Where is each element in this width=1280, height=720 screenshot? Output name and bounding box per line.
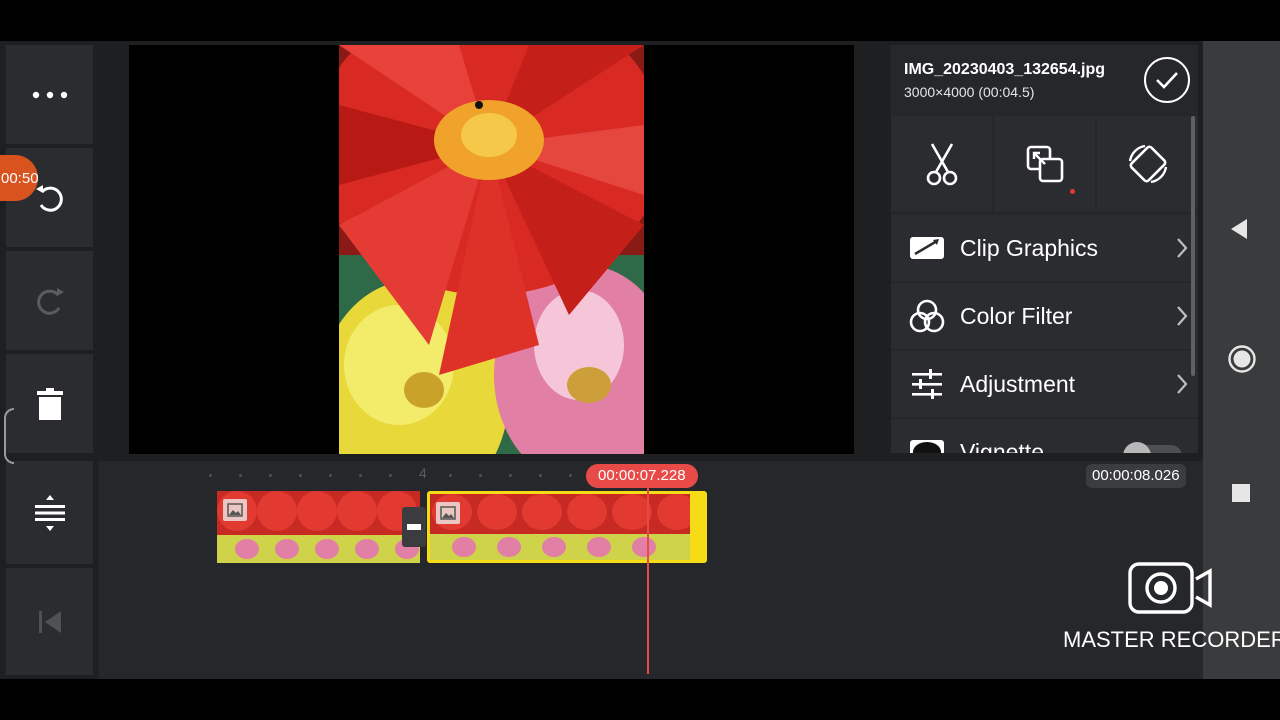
transition-icon bbox=[407, 524, 421, 530]
back-icon[interactable] bbox=[1229, 218, 1249, 240]
timeline-clip-selected[interactable] bbox=[427, 491, 707, 563]
clip-tools-row bbox=[891, 116, 1198, 211]
ruler-tick bbox=[389, 474, 392, 477]
redo-button[interactable] bbox=[6, 251, 93, 350]
clip-file-name: IMG_20230403_132654.jpg bbox=[904, 61, 1106, 78]
menu-label: Adjustment bbox=[960, 370, 1076, 397]
redo-icon bbox=[36, 287, 64, 315]
jump-to-start-button[interactable] bbox=[6, 568, 93, 675]
clip-graphics-icon bbox=[907, 228, 947, 268]
delete-icon bbox=[36, 387, 63, 420]
ruler-tick bbox=[329, 474, 332, 477]
total-duration: 00:00:08.026 bbox=[1086, 464, 1186, 488]
chevron-right-icon bbox=[1177, 374, 1188, 394]
timeline[interactable]: 4 00:00:07.228 00:00:08.026 bbox=[99, 461, 1203, 679]
crop-icon bbox=[1026, 145, 1063, 182]
ruler-label: 4 bbox=[419, 465, 427, 481]
menu-color-filter[interactable]: Color Filter bbox=[891, 283, 1198, 349]
image-clip-icon bbox=[436, 502, 460, 524]
expand-tracks-icon bbox=[34, 494, 65, 531]
toggle-knob bbox=[1123, 442, 1151, 453]
vignette-toggle[interactable] bbox=[1123, 442, 1182, 453]
camera-logo bbox=[1128, 562, 1212, 614]
color-filter-icon bbox=[907, 296, 947, 336]
ruler-tick bbox=[209, 474, 212, 477]
ruler-tick bbox=[299, 474, 302, 477]
more-icon bbox=[32, 91, 67, 98]
current-time: 00:00:07.228 bbox=[586, 464, 698, 488]
clip-header: IMG_20230403_132654.jpg 3000×4000 (00:04… bbox=[891, 45, 1198, 113]
panel-scrollbar[interactable] bbox=[1191, 116, 1195, 376]
split-button[interactable] bbox=[891, 116, 992, 211]
menu-vignette[interactable]: Vignette bbox=[891, 419, 1198, 453]
more-button[interactable] bbox=[6, 45, 93, 144]
clip-trim-handle[interactable] bbox=[690, 494, 704, 560]
image-clip-icon bbox=[223, 499, 247, 521]
playhead[interactable] bbox=[647, 488, 649, 674]
adjustment-icon bbox=[907, 364, 947, 404]
menu-adjustment[interactable]: Adjustment bbox=[891, 351, 1198, 417]
recorder-watermark: MASTER RECORDER bbox=[1063, 560, 1280, 660]
ruler-tick bbox=[509, 474, 512, 477]
video-editor-app: IMG_20230403_132654.jpg 3000×4000 (00:04… bbox=[0, 41, 1203, 679]
ruler-tick bbox=[569, 474, 572, 477]
chevron-right-icon bbox=[1177, 238, 1188, 258]
ruler-tick bbox=[269, 474, 272, 477]
recents-icon[interactable] bbox=[1232, 484, 1250, 502]
notification-dot bbox=[1070, 189, 1075, 194]
ruler-tick bbox=[479, 474, 482, 477]
rotate-icon bbox=[1128, 144, 1167, 183]
confirm-button[interactable] bbox=[1144, 57, 1190, 103]
clip-file-info: 3000×4000 (00:04.5) bbox=[904, 84, 1035, 100]
preview-image bbox=[339, 45, 644, 454]
watermark-text: MASTER RECORDER bbox=[1063, 627, 1280, 652]
video-preview[interactable] bbox=[129, 45, 854, 454]
menu-clip-graphics[interactable]: Clip Graphics bbox=[891, 215, 1198, 281]
menu-label: Color Filter bbox=[960, 302, 1073, 329]
check-icon bbox=[1156, 72, 1178, 89]
ruler-tick bbox=[359, 474, 362, 477]
delete-button[interactable] bbox=[6, 354, 93, 453]
jump-to-start-icon bbox=[38, 610, 61, 633]
clip-properties-panel: IMG_20230403_132654.jpg 3000×4000 (00:04… bbox=[891, 45, 1198, 453]
rotate-button[interactable] bbox=[1097, 116, 1198, 211]
menu-label: Vignette bbox=[960, 438, 1044, 454]
clip-thumbnails bbox=[217, 491, 420, 563]
vignette-icon bbox=[907, 432, 947, 453]
clip-thumbnails bbox=[430, 494, 704, 560]
ruler-tick bbox=[449, 474, 452, 477]
ruler-tick bbox=[539, 474, 542, 477]
scissors-icon bbox=[926, 142, 957, 185]
ruler-tick bbox=[239, 474, 242, 477]
transition-button[interactable] bbox=[402, 507, 426, 547]
menu-label: Clip Graphics bbox=[960, 234, 1099, 261]
home-icon[interactable] bbox=[1227, 344, 1257, 374]
side-handle[interactable] bbox=[4, 408, 14, 464]
crop-button[interactable] bbox=[994, 116, 1095, 211]
left-toolbar bbox=[6, 45, 93, 675]
expand-tracks-button[interactable] bbox=[6, 461, 93, 564]
chevron-right-icon bbox=[1177, 306, 1188, 326]
timeline-clip[interactable] bbox=[217, 491, 420, 563]
